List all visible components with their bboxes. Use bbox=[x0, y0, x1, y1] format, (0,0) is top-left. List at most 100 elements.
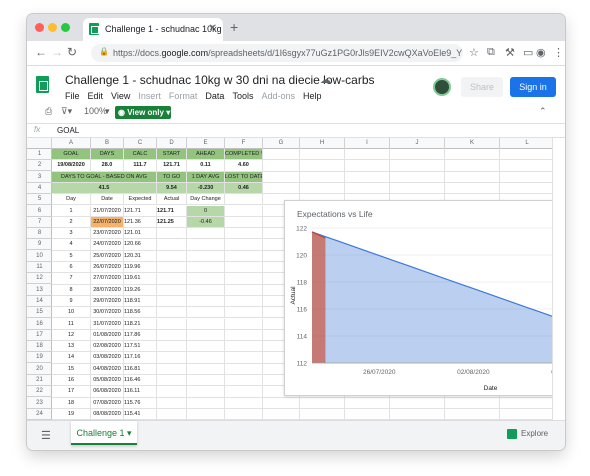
cell[interactable]: 30/07/2020 bbox=[91, 307, 124, 319]
cell[interactable]: AHEAD bbox=[187, 149, 225, 161]
cell[interactable] bbox=[345, 149, 390, 161]
maximize-window-button[interactable] bbox=[61, 23, 70, 32]
cell[interactable] bbox=[445, 171, 500, 183]
cell[interactable]: 119.26 bbox=[124, 284, 157, 296]
row-header[interactable]: 13 bbox=[27, 285, 52, 296]
cell[interactable] bbox=[225, 262, 263, 274]
cell[interactable]: 9.54 bbox=[157, 182, 187, 195]
cell[interactable] bbox=[445, 149, 500, 161]
cell[interactable]: Actual bbox=[157, 194, 187, 206]
row-header[interactable]: 1 bbox=[27, 149, 52, 160]
column-header[interactable]: E bbox=[187, 138, 225, 149]
cell[interactable] bbox=[225, 375, 263, 387]
cell[interactable] bbox=[157, 397, 187, 409]
cell[interactable]: TO GO bbox=[157, 171, 187, 183]
column-header[interactable]: A bbox=[52, 138, 91, 149]
cell[interactable]: 01/08/2020 bbox=[91, 329, 124, 342]
cell[interactable] bbox=[187, 397, 225, 409]
cell[interactable]: 120.66 bbox=[124, 239, 157, 251]
reload-icon[interactable]: ↻ bbox=[67, 45, 77, 59]
row-header[interactable]: 5 bbox=[27, 194, 52, 206]
cell[interactable] bbox=[445, 182, 500, 195]
cell[interactable] bbox=[345, 397, 390, 409]
cell[interactable] bbox=[300, 397, 345, 409]
cell[interactable] bbox=[225, 295, 263, 308]
cell[interactable]: 119.96 bbox=[124, 262, 157, 274]
cell[interactable] bbox=[445, 408, 500, 420]
select-all-corner[interactable] bbox=[27, 138, 52, 149]
cell[interactable]: 121.36 bbox=[124, 216, 157, 229]
cell[interactable]: 118.56 bbox=[124, 307, 157, 319]
cell[interactable]: 5 bbox=[52, 250, 91, 262]
row-header[interactable]: 20 bbox=[27, 364, 52, 375]
cell[interactable]: 03/08/2020 bbox=[91, 352, 124, 364]
url-input[interactable]: 🔒 https://docs.google.com/spreadsheets/d… bbox=[91, 44, 463, 62]
cell[interactable] bbox=[157, 363, 187, 375]
cell[interactable] bbox=[157, 284, 187, 296]
cell[interactable]: 121.71 bbox=[157, 205, 187, 217]
cast-icon[interactable]: ▭ bbox=[523, 46, 533, 59]
cell[interactable] bbox=[225, 273, 263, 285]
cell[interactable] bbox=[157, 341, 187, 353]
cell[interactable]: 41.5 bbox=[52, 182, 157, 195]
cell[interactable]: 116.81 bbox=[124, 363, 157, 375]
cell[interactable]: 1 bbox=[52, 205, 91, 217]
cell[interactable] bbox=[445, 397, 500, 409]
cell[interactable]: 11 bbox=[52, 318, 91, 330]
row-header[interactable]: 2 bbox=[27, 160, 52, 172]
cell[interactable]: 23/07/2020 bbox=[91, 228, 124, 240]
cell[interactable] bbox=[157, 273, 187, 285]
menu-item-view[interactable]: View bbox=[111, 91, 130, 101]
back-arrow-icon[interactable]: ← bbox=[35, 45, 47, 59]
cell[interactable] bbox=[345, 160, 390, 172]
cell[interactable] bbox=[157, 352, 187, 364]
cell[interactable] bbox=[187, 284, 225, 296]
cell[interactable] bbox=[157, 239, 187, 251]
cell[interactable] bbox=[187, 341, 225, 353]
cell[interactable] bbox=[300, 182, 345, 195]
cell[interactable]: 115.41 bbox=[124, 408, 157, 420]
cell[interactable] bbox=[157, 386, 187, 398]
menu-item-tools[interactable]: Tools bbox=[232, 91, 253, 101]
cell[interactable]: 13 bbox=[52, 341, 91, 353]
row-header[interactable]: 3 bbox=[27, 172, 52, 183]
cell[interactable]: 6 bbox=[52, 262, 91, 274]
cell[interactable]: START bbox=[157, 149, 187, 161]
cell[interactable]: 121.25 bbox=[157, 216, 187, 229]
cell[interactable]: COMPLETED % bbox=[225, 149, 263, 161]
cell[interactable]: 119.61 bbox=[124, 273, 157, 285]
cell[interactable]: 2 bbox=[52, 216, 91, 229]
cell[interactable] bbox=[187, 295, 225, 308]
cell[interactable]: 10 bbox=[52, 307, 91, 319]
cell[interactable] bbox=[263, 171, 300, 183]
spreadsheet-grid[interactable]: ABCDEFGHIJKL 1 2 3 4 5 6 7 8 9 10 11 12 13 14 15 16 17 18… bbox=[27, 138, 565, 420]
cell[interactable]: 29/07/2020 bbox=[91, 295, 124, 308]
menu-item-format[interactable]: Format bbox=[169, 91, 198, 101]
column-header[interactable]: J bbox=[390, 138, 445, 149]
extension-icon[interactable]: ⧉ bbox=[487, 46, 495, 59]
row-header[interactable]: 23 bbox=[27, 398, 52, 409]
cell[interactable] bbox=[500, 171, 555, 183]
cell[interactable] bbox=[187, 386, 225, 398]
cell[interactable]: 31/07/2020 bbox=[91, 318, 124, 330]
row-header[interactable]: 11 bbox=[27, 262, 52, 273]
cell[interactable] bbox=[157, 329, 187, 342]
cell[interactable] bbox=[300, 171, 345, 183]
column-header[interactable]: B bbox=[91, 138, 124, 149]
cell[interactable] bbox=[390, 160, 445, 172]
cell[interactable] bbox=[500, 397, 555, 409]
chart-expectations-vs-life[interactable]: Expectations vs Life 112 114 116 118 120 122 26… bbox=[284, 200, 565, 396]
cell[interactable]: 12 bbox=[52, 329, 91, 342]
cell[interactable]: 115.76 bbox=[124, 397, 157, 409]
avatar[interactable] bbox=[433, 78, 451, 96]
cell[interactable] bbox=[187, 262, 225, 274]
row-header[interactable]: 6 bbox=[27, 206, 52, 217]
cell[interactable]: 117.51 bbox=[124, 341, 157, 353]
column-header[interactable]: I bbox=[345, 138, 390, 149]
cell[interactable]: 24/07/2020 bbox=[91, 239, 124, 251]
cell[interactable]: -0.46 bbox=[187, 216, 225, 229]
cell[interactable]: 3 bbox=[52, 228, 91, 240]
cell[interactable] bbox=[500, 408, 555, 420]
collapse-chevron-up-icon[interactable]: ⌃ bbox=[539, 106, 547, 117]
cell[interactable] bbox=[225, 386, 263, 398]
